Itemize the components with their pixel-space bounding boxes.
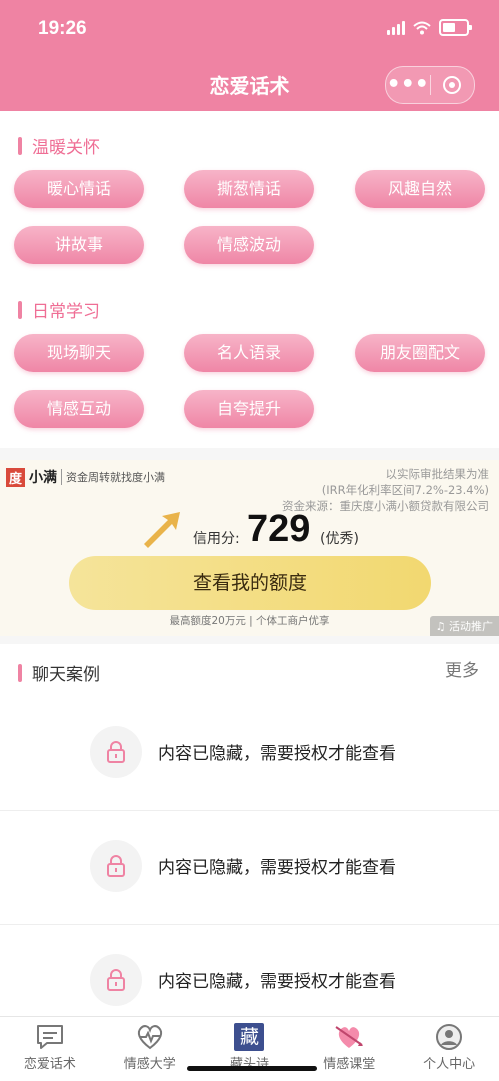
chip-warm-words[interactable]: 暖心情话 <box>14 170 144 208</box>
tab-love-talk[interactable]: 恋爱话术 <box>0 1017 100 1081</box>
warm-section-title: 温暖关怀 <box>32 138 100 158</box>
heart-arrow-icon <box>335 1026 364 1048</box>
case-hidden-text: 内容已隐藏，需要授权才能查看 <box>158 858 396 878</box>
status-icons <box>387 19 472 36</box>
cases-more-link[interactable]: 更多 <box>445 656 479 681</box>
up-arrow-icon <box>144 512 180 548</box>
chip-self-boost[interactable]: 自夸提升 <box>184 390 314 428</box>
daily-section-title: 日常学习 <box>32 302 100 322</box>
profile-icon <box>436 1024 463 1050</box>
daily-section-header: 日常学习 <box>18 297 100 322</box>
chip-quotes[interactable]: 名人语录 <box>184 334 314 372</box>
cases-section-title: 聊天案例 <box>32 665 100 685</box>
section-accent-bar <box>18 136 22 155</box>
credit-score-value: 729 <box>247 508 311 550</box>
close-button[interactable] <box>431 76 475 94</box>
case-hidden-text: 内容已隐藏，需要授权才能查看 <box>158 972 396 992</box>
case-hidden-text: 内容已隐藏，需要授权才能查看 <box>158 744 396 764</box>
chip-emotion-wave[interactable]: 情感波动 <box>184 226 314 264</box>
section-accent-bar <box>18 300 22 319</box>
ad-note-rate: (IRR年化利率区间7.2%-23.4%) <box>321 483 489 497</box>
cases-section-header: 聊天案例 <box>18 660 100 685</box>
chip-live-chat[interactable]: 现场聊天 <box>14 334 144 372</box>
credit-score-label: 信用分: <box>193 531 240 547</box>
case-item[interactable]: 内容已隐藏，需要授权才能查看 <box>0 696 499 811</box>
tab-emotion-class[interactable]: 情感课堂 <box>299 1017 399 1081</box>
tab-label: 情感大学 <box>123 1057 176 1072</box>
ad-logo-mark: 度 <box>6 467 26 487</box>
ad-logo: 度 小满 资金周转就找度小满 <box>6 467 165 487</box>
section-accent-bar <box>18 663 22 682</box>
signal-icon <box>387 20 405 35</box>
chat-icon <box>36 1025 63 1049</box>
lock-icon <box>90 726 142 778</box>
cang-icon: 藏 <box>234 1023 265 1051</box>
target-icon <box>443 76 462 94</box>
tab-bar: 恋爱话术 情感大学 藏 藏头诗 情感课堂 个人中心 <box>0 1016 499 1081</box>
chip-moments-caption[interactable]: 朋友圈配文 <box>355 334 485 372</box>
home-indicator[interactable] <box>187 1066 317 1071</box>
chip-humor[interactable]: 风趣自然 <box>355 170 485 208</box>
chip-interaction[interactable]: 情感互动 <box>14 390 144 428</box>
ad-note-source: 资金来源：重庆度小满小额贷款有限公司 <box>282 499 489 513</box>
tab-label: 个人中心 <box>423 1057 476 1072</box>
check-limit-button[interactable]: 查看我的额度 <box>69 556 431 610</box>
tab-acrostic-poem[interactable]: 藏 藏头诗 <box>200 1017 300 1081</box>
battery-icon <box>439 19 472 36</box>
mini-program-capsule: ••• <box>385 66 475 104</box>
heart-pulse-icon <box>137 1025 162 1050</box>
ad-promo-tag: ♫ 活动推广 <box>429 616 499 636</box>
warm-section-header: 温暖关怀 <box>18 133 100 158</box>
ad-brand: 小满 <box>29 470 58 486</box>
tab-label: 情感课堂 <box>323 1057 376 1072</box>
wifi-icon <box>413 21 431 34</box>
chip-tease-words[interactable]: 撕葱情话 <box>184 170 314 208</box>
ad-footer-text: 最高额度20万元 | 个体工商户优享 <box>169 615 330 627</box>
tab-profile[interactable]: 个人中心 <box>399 1017 499 1081</box>
ad-note-approval: 以实际审批结果为准 <box>385 467 490 481</box>
more-button[interactable]: ••• <box>386 74 430 96</box>
case-item[interactable]: 内容已隐藏，需要授权才能查看 <box>0 810 499 925</box>
ad-slogan: 资金周转就找度小满 <box>61 469 165 485</box>
chip-storytelling[interactable]: 讲故事 <box>14 226 144 264</box>
credit-score-rating: (优秀) <box>320 531 359 547</box>
tab-emotion-university[interactable]: 情感大学 <box>100 1017 200 1081</box>
status-time: 19:26 <box>38 18 87 39</box>
lock-icon <box>90 954 142 1006</box>
tab-label: 恋爱话术 <box>23 1057 76 1072</box>
lock-icon <box>90 840 142 892</box>
